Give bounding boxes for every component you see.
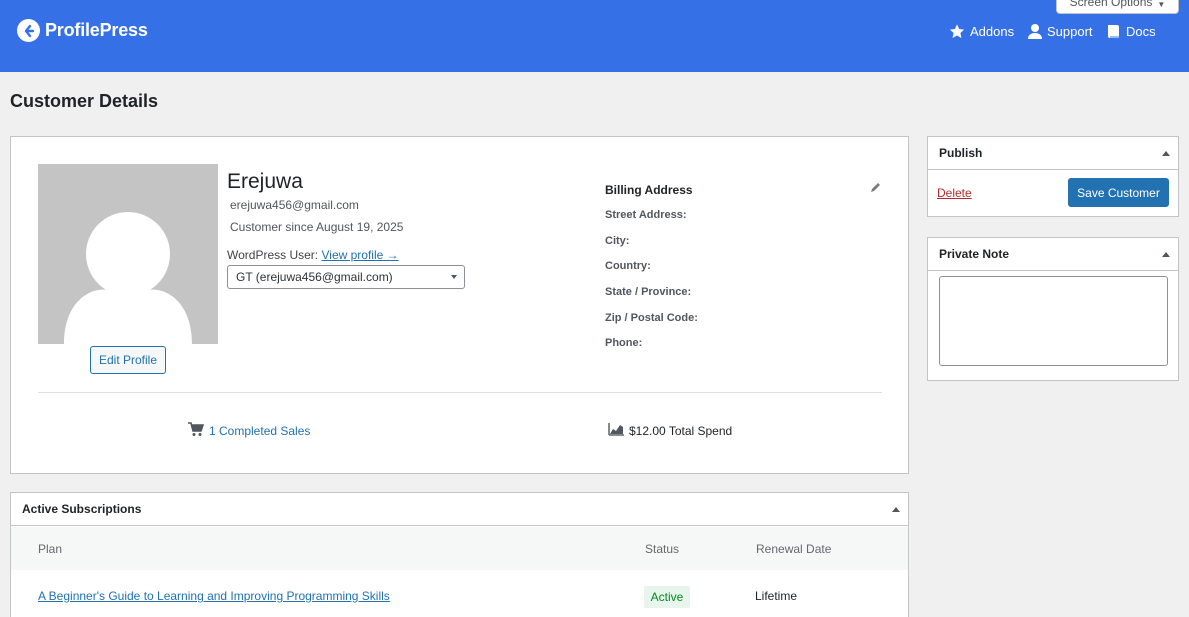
caret-down-icon: ▼ [1157,0,1166,9]
screen-options-label: Screen Options [1069,0,1153,9]
book-icon [1106,23,1122,40]
completed-sales-link[interactable]: 1 Completed Sales [188,422,310,440]
subscriptions-table-header: Plan Status Renewal Date [11,527,908,570]
active-subscriptions-title: Active Subscriptions [22,502,142,516]
default-avatar-icon [64,212,192,344]
nav-support[interactable]: Support [1027,23,1093,40]
publish-title: Publish [939,146,983,160]
cart-icon [188,422,205,440]
private-note-textarea[interactable] [939,276,1168,366]
delete-customer-link[interactable]: Delete [937,186,972,200]
customer-since: Customer since August 19, 2025 [230,220,404,234]
active-subscriptions-card: Active Subscriptions Plan Status Renewal… [10,492,909,617]
column-plan: Plan [38,542,63,556]
nav-addons[interactable]: Addons [948,23,1014,40]
total-spend: $12.00 Total Spend [608,422,732,439]
private-note-box: Private Note [927,237,1179,381]
profilepress-logo[interactable]: ProfilePress [17,19,148,42]
wordpress-user-select[interactable]: GT (erejuwa456@gmail.com) [227,265,465,289]
customer-details-card: Edit Profile Erejuwa erejuwa456@gmail.co… [10,136,909,474]
screen-options-button[interactable]: Screen Options ▼ [1056,0,1179,14]
private-note-title: Private Note [939,247,1010,261]
nav-docs[interactable]: Docs [1106,23,1156,40]
renewal-date: Lifetime [755,589,798,603]
avatar [38,164,218,344]
billing-city-label: City: [605,235,630,247]
nav-docs-label: Docs [1126,24,1156,39]
publish-box: Publish Delete Save Customer [927,136,1179,217]
billing-state-label: State / Province: [605,286,692,298]
page-title: Customer Details [10,91,159,111]
customer-email: erejuwa456@gmail.com [230,198,359,212]
top-bar: ProfilePress Screen Options ▼ Addons Sup… [0,0,1189,72]
edit-profile-button[interactable]: Edit Profile [90,346,166,374]
user-icon [1027,23,1043,40]
subscription-plan-link[interactable]: A Beginner's Guide to Learning and Impro… [38,589,390,603]
chart-area-icon [608,422,624,439]
wordpress-user-label: WordPress User: [227,248,319,262]
billing-address-title: Billing Address [605,183,693,197]
view-profile-link[interactable]: View profile → [321,248,398,262]
stats-divider [38,392,882,393]
publish-header: Publish [928,137,1178,170]
billing-phone-label: Phone: [605,337,643,349]
completed-sales-label: 1 Completed Sales [209,424,311,438]
star-icon [948,23,966,40]
column-status: Status [645,542,680,556]
private-note-header: Private Note [928,238,1178,271]
billing-zip-label: Zip / Postal Code: [605,312,698,324]
save-customer-button[interactable]: Save Customer [1068,178,1169,207]
edit-billing-pencil-icon[interactable] [870,180,881,198]
customer-name: Erejuwa [227,170,303,193]
collapse-toggle-icon[interactable] [892,507,900,512]
wordpress-user-row: WordPress User: View profile → [227,248,399,262]
billing-country-label: Country: [605,260,651,272]
collapse-toggle-icon[interactable] [1162,252,1170,257]
status-badge: Active [644,586,690,608]
active-subscriptions-header: Active Subscriptions [11,493,908,526]
column-renewal-date: Renewal Date [756,542,832,556]
total-spend-label: $12.00 Total Spend [629,423,733,438]
select-arrow-icon [451,275,457,279]
nav-addons-label: Addons [970,24,1015,39]
billing-street-label: Street Address: [605,209,687,221]
publish-actions: Delete Save Customer [928,170,1178,216]
brand-name: ProfilePress [45,20,148,40]
nav-support-label: Support [1047,24,1093,39]
table-row: A Beginner's Guide to Learning and Impro… [11,570,908,617]
wordpress-user-selected: GT (erejuwa456@gmail.com) [236,270,393,284]
collapse-toggle-icon[interactable] [1162,151,1170,156]
logo-mark-icon [17,19,40,42]
